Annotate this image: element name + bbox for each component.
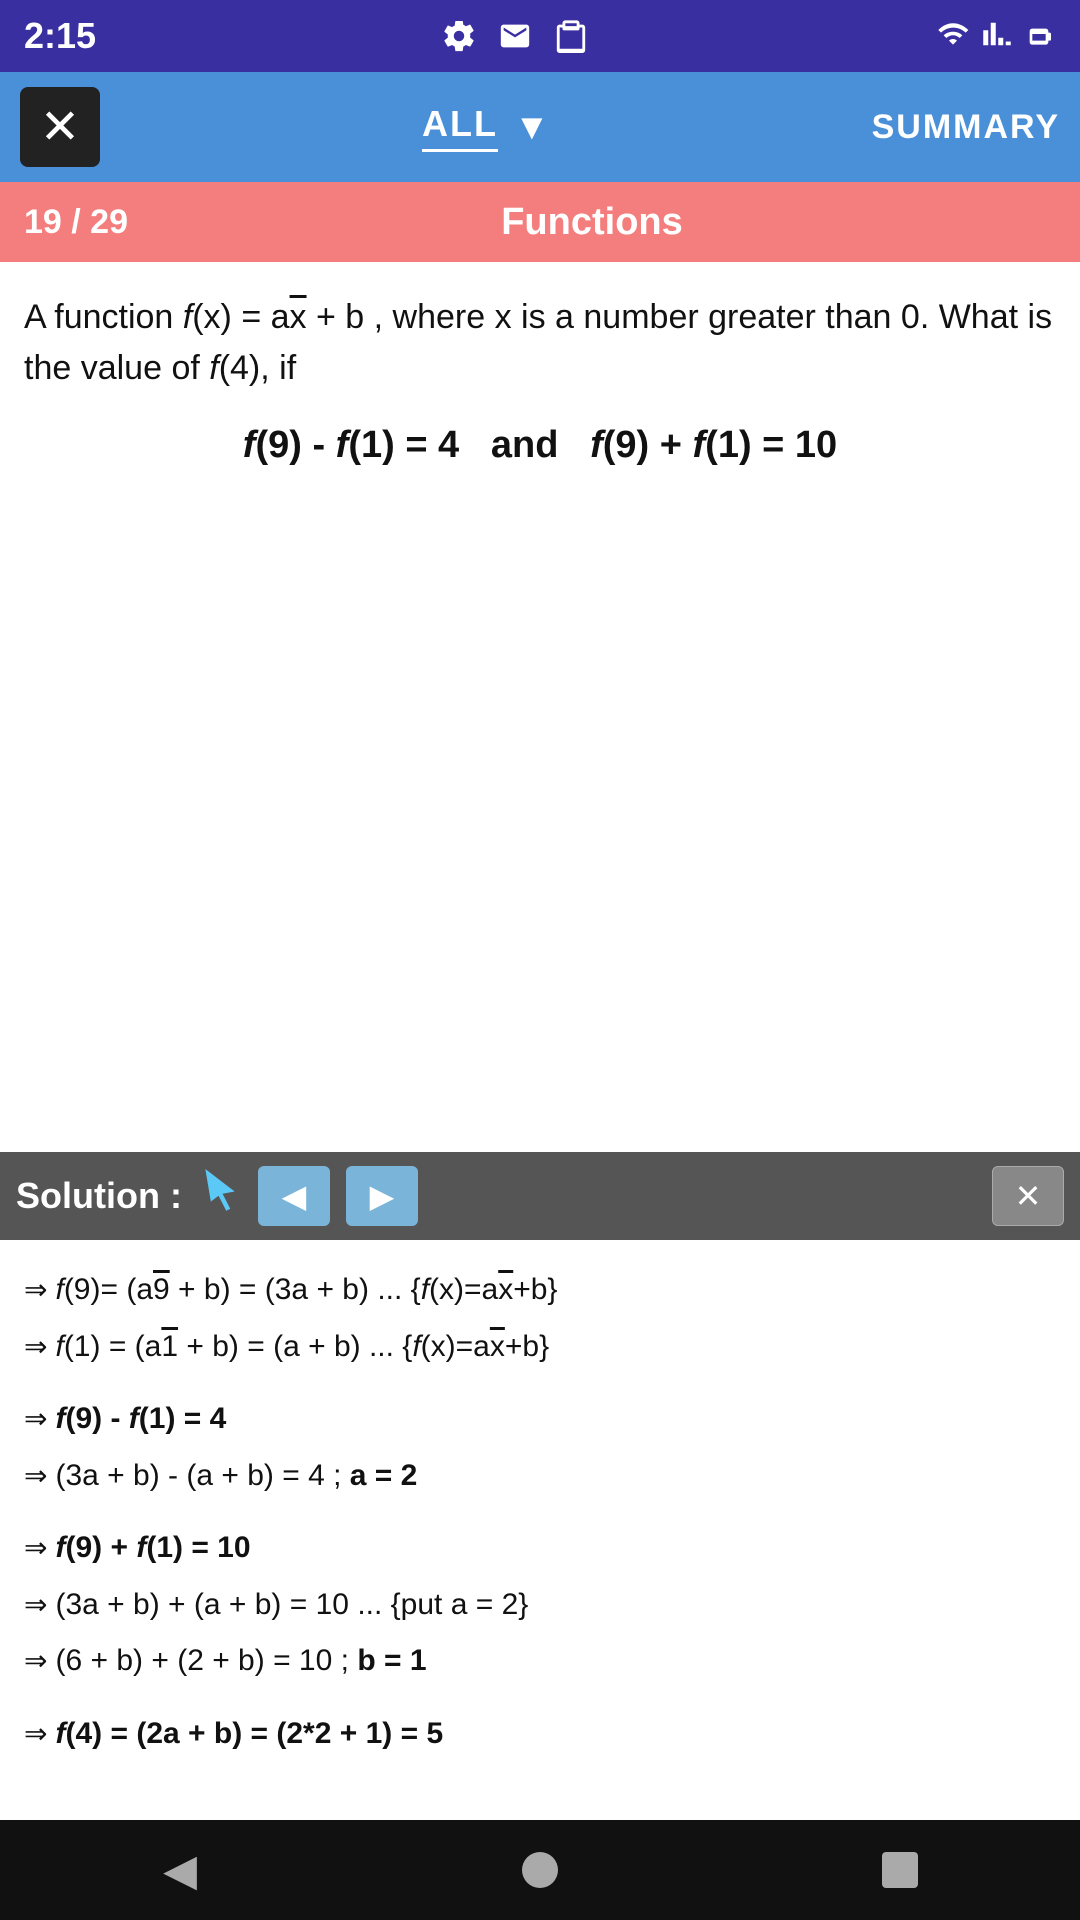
question-text: A function f(x) = ax + b , where x is a …	[24, 292, 1056, 394]
solution-line-5: ⇒ f(9) + f(1) = 10	[24, 1522, 1056, 1575]
solution-line-1: ⇒ f(9)= (a9 + b) = (3a + b) ... {f(x)=ax…	[24, 1264, 1056, 1317]
cursor-icon	[198, 1169, 242, 1223]
solution-header: Solution : ◀ ▶ ✕	[0, 1152, 1080, 1240]
solution-text-5: f(9) + f(1) = 10	[55, 1522, 250, 1575]
filter-all-label: ALL	[422, 103, 498, 152]
solution-text-8: f(4) = (2a + b) = (2*2 + 1) = 5	[55, 1708, 443, 1761]
status-right-icons	[934, 18, 1056, 55]
solution-next-button[interactable]: ▶	[346, 1166, 418, 1226]
home-button[interactable]	[500, 1830, 580, 1910]
arrow-icon-7: ⇒	[24, 1636, 47, 1685]
clipboard-icon	[551, 19, 591, 53]
solution-block-3: ⇒ f(9) + f(1) = 10 ⇒ (3a + b) + (a + b) …	[24, 1522, 1056, 1688]
progress-count: 19 / 29	[24, 203, 128, 242]
status-time: 2:15	[24, 15, 96, 57]
dropdown-arrow-icon[interactable]: ▼	[514, 106, 550, 148]
solution-block-1: ⇒ f(9)= (a9 + b) = (3a + b) ... {f(x)=ax…	[24, 1264, 1056, 1373]
status-center-icons	[439, 19, 591, 53]
recents-square-icon	[882, 1852, 918, 1888]
solution-prev-button[interactable]: ◀	[258, 1166, 330, 1226]
solution-block-2: ⇒ f(9) - f(1) = 4 ⇒ (3a + b) - (a + b) =…	[24, 1393, 1056, 1502]
solution-line-4: ⇒ (3a + b) - (a + b) = 4 ; a = 2	[24, 1450, 1056, 1503]
solution-label: Solution :	[16, 1175, 182, 1217]
solution-line-7: ⇒ (6 + b) + (2 + b) = 10 ; b = 1	[24, 1635, 1056, 1688]
arrow-icon-4: ⇒	[24, 1451, 47, 1500]
solution-text-1: f(9)= (a9 + b) = (3a + b) ... {f(x)=ax+b…	[55, 1264, 557, 1317]
solution-text-7: (6 + b) + (2 + b) = 10 ; b = 1	[55, 1635, 426, 1688]
back-arrow-icon: ◀	[163, 1845, 197, 1896]
arrow-icon-3: ⇒	[24, 1394, 47, 1443]
arrow-icon-6: ⇒	[24, 1580, 47, 1629]
solution-text-6: (3a + b) + (a + b) = 10 ... {put a = 2}	[55, 1579, 528, 1632]
arrow-icon-8: ⇒	[24, 1709, 47, 1758]
wifi-icon	[934, 18, 972, 55]
question-area: A function f(x) = ax + b , where x is a …	[0, 262, 1080, 487]
arrow-icon-1: ⇒	[24, 1265, 47, 1314]
solution-line-8: ⇒ f(4) = (2a + b) = (2*2 + 1) = 5	[24, 1708, 1056, 1761]
solution-close-button[interactable]: ✕	[992, 1166, 1064, 1226]
arrow-icon-2: ⇒	[24, 1322, 47, 1371]
nav-center: ALL ▼	[100, 103, 872, 152]
solution-text-2: f(1) = (a1 + b) = (a + b) ... {f(x)=ax+b…	[55, 1321, 549, 1374]
progress-bar: 19 / 29 Functions	[0, 182, 1080, 262]
question-formula: f(9) - f(1) = 4 and f(9) + f(1) = 10	[24, 424, 1056, 467]
status-bar: 2:15	[0, 0, 1080, 72]
gear-icon	[439, 19, 479, 53]
spacer	[0, 487, 1080, 1152]
category-title: Functions	[128, 201, 1056, 244]
summary-button[interactable]: SUMMARY	[872, 108, 1060, 147]
mail-icon	[495, 19, 535, 53]
solution-line-3: ⇒ f(9) - f(1) = 4	[24, 1393, 1056, 1446]
solution-block-4: ⇒ f(4) = (2a + b) = (2*2 + 1) = 5	[24, 1708, 1056, 1761]
bottom-nav: ◀	[0, 1820, 1080, 1920]
recents-button[interactable]	[860, 1830, 940, 1910]
solution-line-6: ⇒ (3a + b) + (a + b) = 10 ... {put a = 2…	[24, 1579, 1056, 1632]
back-button[interactable]: ◀	[140, 1830, 220, 1910]
signal-icon	[982, 18, 1012, 55]
close-button[interactable]: ✕	[20, 87, 100, 167]
arrow-icon-5: ⇒	[24, 1523, 47, 1572]
solution-text-4: (3a + b) - (a + b) = 4 ; a = 2	[55, 1450, 417, 1503]
battery-icon	[1022, 18, 1056, 55]
solution-text-3: f(9) - f(1) = 4	[55, 1393, 226, 1446]
solution-content: ⇒ f(9)= (a9 + b) = (3a + b) ... {f(x)=ax…	[0, 1240, 1080, 1820]
nav-bar: ✕ ALL ▼ SUMMARY	[0, 72, 1080, 182]
home-circle-icon	[522, 1852, 558, 1888]
solution-line-2: ⇒ f(1) = (a1 + b) = (a + b) ... {f(x)=ax…	[24, 1321, 1056, 1374]
